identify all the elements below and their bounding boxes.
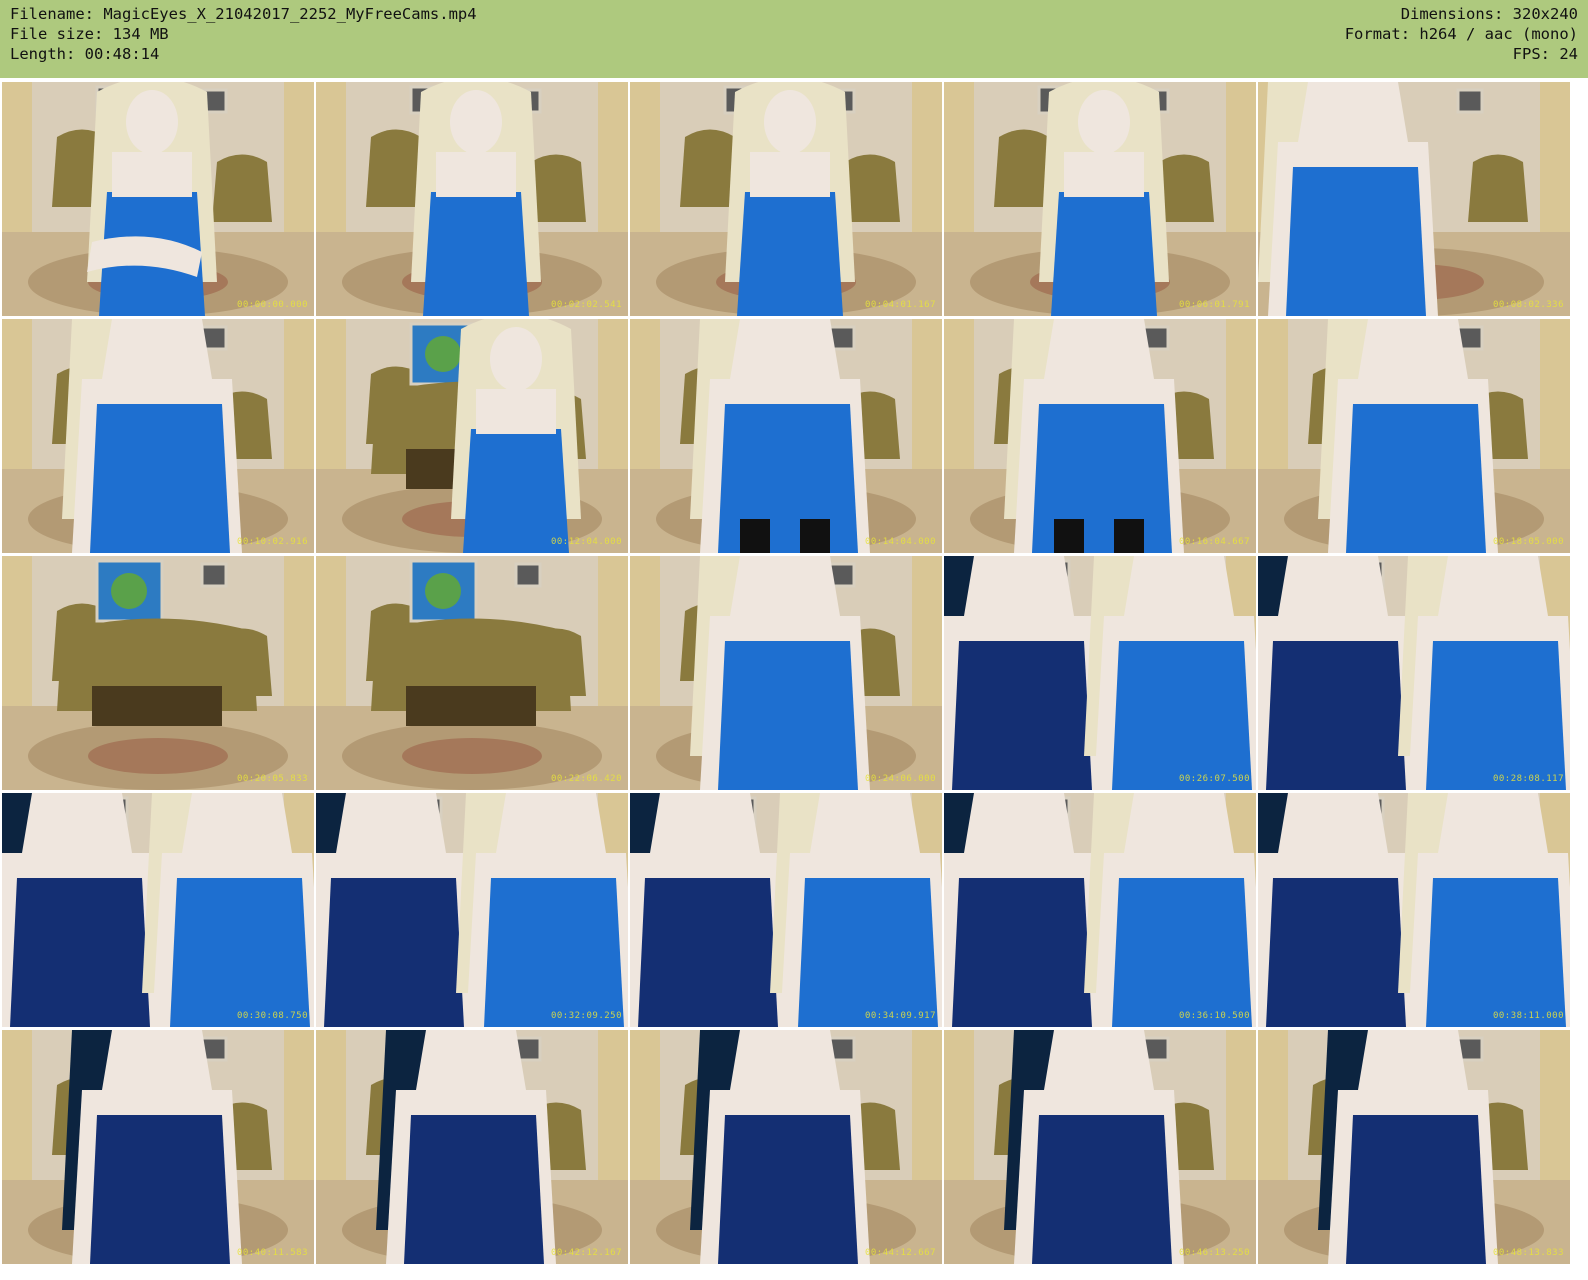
frame-timestamp: 00:02:02.541 [550, 300, 622, 310]
video-frame-thumbnail: 00:12:04.000 [316, 319, 628, 553]
frame-image [1258, 793, 1570, 1027]
dimensions-text: Dimensions: 320x240 [1400, 5, 1578, 23]
frame-timestamp: 00:42:12.167 [550, 1248, 622, 1258]
video-frame-thumbnail: 00:34:09.917 [630, 793, 942, 1027]
frame-timestamp: 00:36:10.500 [1178, 1011, 1250, 1021]
frame-timestamp: 00:16:04.667 [1178, 537, 1250, 547]
frame-timestamp: 00:04:01.167 [864, 300, 936, 310]
frame-image [316, 82, 628, 316]
video-frame-thumbnail: 00:26:07.500 [944, 556, 1256, 790]
frame-timestamp: 00:32:09.250 [550, 1011, 622, 1021]
video-frame-thumbnail: 00:44:12.667 [630, 1030, 942, 1264]
frame-timestamp: 00:28:08.117 [1492, 774, 1564, 784]
video-frame-thumbnail: 00:04:01.167 [630, 82, 942, 316]
file-info: Filename: MagicEyes_X_21042017_2252_MyFr… [10, 4, 477, 78]
length-text: Length: 00:48:14 [10, 45, 160, 63]
video-frame-thumbnail: 00:10:02.916 [2, 319, 314, 553]
thumbnail-grid: 00:00:00.000 00:02:02.541 00:04:01.167 0… [2, 82, 1570, 1264]
frame-image [630, 793, 942, 1027]
video-frame-thumbnail: 00:42:12.167 [316, 1030, 628, 1264]
video-frame-thumbnail: 00:14:04.000 [630, 319, 942, 553]
stream-info: Dimensions: 320x240 Format: h264 / aac (… [1345, 4, 1578, 78]
frame-image [1258, 1030, 1570, 1264]
video-frame-thumbnail: 00:24:06.000 [630, 556, 942, 790]
frame-image [2, 1030, 314, 1264]
frame-timestamp: 00:48:13.833 [1492, 1248, 1564, 1258]
file-size-text: File size: 134 MB [10, 25, 169, 43]
video-frame-thumbnail: 00:18:05.000 [1258, 319, 1570, 553]
frame-timestamp: 00:18:05.000 [1492, 537, 1564, 547]
fps-text: FPS: 24 [1512, 45, 1578, 63]
frame-image [2, 82, 314, 316]
video-frame-thumbnail: 00:06:01.791 [944, 82, 1256, 316]
video-frame-thumbnail: 00:00:00.000 [2, 82, 314, 316]
frame-timestamp: 00:06:01.791 [1178, 300, 1250, 310]
frame-timestamp: 00:46:13.250 [1178, 1248, 1250, 1258]
video-frame-thumbnail: 00:08:02.336 [1258, 82, 1570, 316]
video-frame-thumbnail: 00:30:08.750 [2, 793, 314, 1027]
frame-image [1258, 82, 1570, 316]
frame-image [316, 556, 628, 790]
frame-timestamp: 00:30:08.750 [236, 1011, 308, 1021]
frame-image [630, 82, 942, 316]
frame-image [630, 1030, 942, 1264]
frame-timestamp: 00:44:12.667 [864, 1248, 936, 1258]
frame-timestamp: 00:08:02.336 [1492, 300, 1564, 310]
video-frame-thumbnail: 00:22:06.420 [316, 556, 628, 790]
frame-timestamp: 00:14:04.000 [864, 537, 936, 547]
filename-text: Filename: MagicEyes_X_21042017_2252_MyFr… [10, 5, 477, 23]
frame-image [316, 319, 628, 553]
frame-timestamp: 00:26:07.500 [1178, 774, 1250, 784]
frame-image [944, 1030, 1256, 1264]
frame-timestamp: 00:22:06.420 [550, 774, 622, 784]
frame-timestamp: 00:20:05.833 [236, 774, 308, 784]
frame-image [944, 556, 1256, 790]
frame-image [630, 556, 942, 790]
video-frame-thumbnail: 00:32:09.250 [316, 793, 628, 1027]
frame-image [2, 319, 314, 553]
frame-timestamp: 00:38:11.000 [1492, 1011, 1564, 1021]
format-text: Format: h264 / aac (mono) [1344, 25, 1578, 43]
video-frame-thumbnail: 00:28:08.117 [1258, 556, 1570, 790]
video-frame-thumbnail: 00:20:05.833 [2, 556, 314, 790]
video-frame-thumbnail: 00:36:10.500 [944, 793, 1256, 1027]
frame-image [630, 319, 942, 553]
frame-timestamp: 00:10:02.916 [236, 537, 308, 547]
video-info-header: Filename: MagicEyes_X_21042017_2252_MyFr… [0, 0, 1588, 78]
frame-timestamp: 00:40:11.583 [236, 1248, 308, 1258]
frame-image [944, 82, 1256, 316]
frame-timestamp: 00:12:04.000 [550, 537, 622, 547]
frame-image [944, 319, 1256, 553]
frame-image [316, 1030, 628, 1264]
video-frame-thumbnail: 00:40:11.583 [2, 1030, 314, 1264]
video-frame-thumbnail: 00:46:13.250 [944, 1030, 1256, 1264]
frame-image [1258, 556, 1570, 790]
video-frame-thumbnail: 00:16:04.667 [944, 319, 1256, 553]
frame-image [1258, 319, 1570, 553]
frame-image [2, 793, 314, 1027]
frame-image [944, 793, 1256, 1027]
frame-timestamp: 00:24:06.000 [864, 774, 936, 784]
frame-image [2, 556, 314, 790]
video-frame-thumbnail: 00:02:02.541 [316, 82, 628, 316]
frame-timestamp: 00:00:00.000 [236, 300, 308, 310]
frame-timestamp: 00:34:09.917 [864, 1011, 936, 1021]
video-frame-thumbnail: 00:38:11.000 [1258, 793, 1570, 1027]
video-frame-thumbnail: 00:48:13.833 [1258, 1030, 1570, 1264]
frame-image [316, 793, 628, 1027]
